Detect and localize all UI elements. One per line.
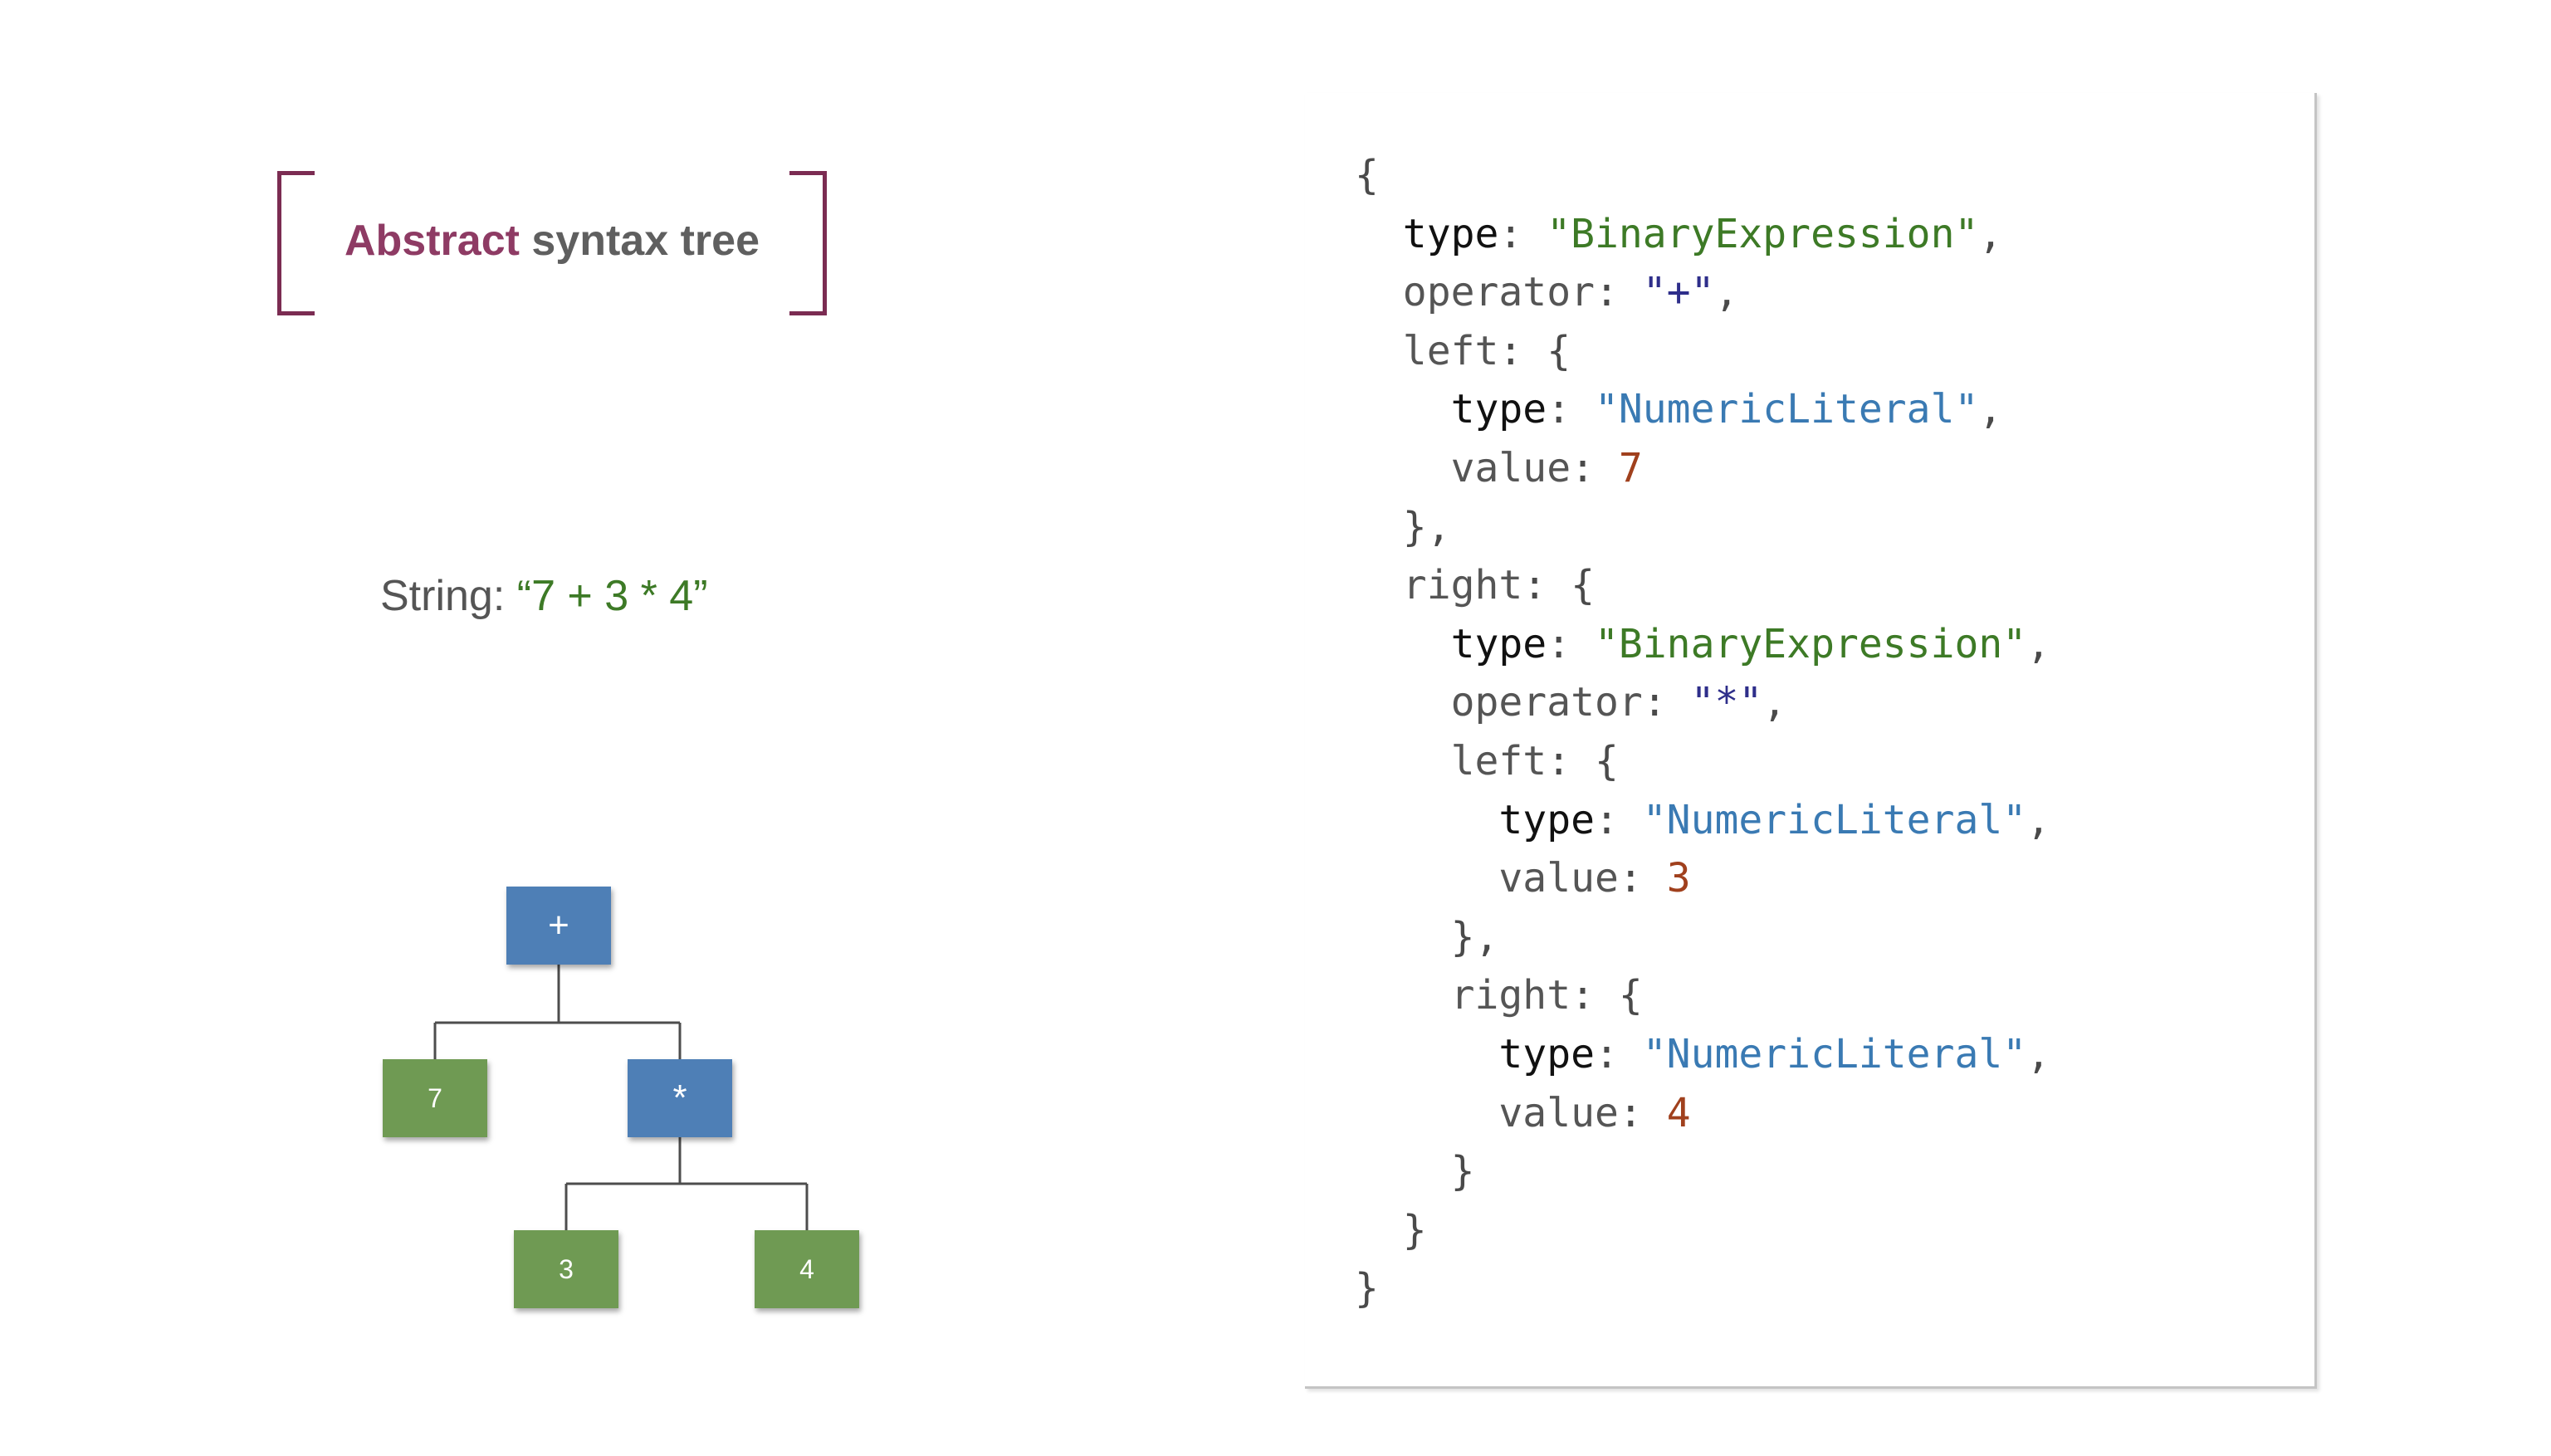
node-label: 4	[799, 1253, 814, 1284]
code-line: },	[1355, 503, 1451, 550]
code-line: left: {	[1402, 327, 1571, 374]
code-line: operator: "*",	[1450, 679, 1787, 726]
tree-node-plus: +	[506, 887, 611, 965]
code-line: },	[1355, 913, 1499, 960]
code-line: operator: "+",	[1402, 269, 1739, 316]
code-line: right: {	[1450, 972, 1643, 1019]
code-line: right: {	[1402, 562, 1595, 609]
code-line: type: "BinaryExpression",	[1450, 620, 2051, 667]
node-label: +	[548, 905, 569, 945]
tree-node-multiply: *	[628, 1059, 732, 1137]
code-line: type: "NumericLiteral",	[1498, 1030, 2051, 1077]
tree-node-3: 3	[514, 1230, 618, 1308]
code-line: value: 3	[1498, 855, 1691, 902]
code-line: type: "BinaryExpression",	[1402, 210, 2003, 257]
code-line: type: "NumericLiteral",	[1450, 386, 2003, 433]
node-label: 3	[559, 1253, 574, 1284]
code-line: value: 7	[1450, 444, 1643, 491]
code-line: value: 4	[1498, 1089, 1691, 1136]
code-line: left: {	[1450, 737, 1619, 784]
code-line: }	[1355, 1148, 1475, 1195]
ast-json-panel: { type: "BinaryExpression", operator: "+…	[1305, 93, 2317, 1389]
code-line: }	[1355, 1265, 1379, 1312]
node-label: 7	[428, 1082, 442, 1113]
tree-node-4: 4	[755, 1230, 859, 1308]
code-line: {	[1355, 152, 1379, 198]
ast-json-code: { type: "BinaryExpression", operator: "+…	[1355, 146, 2050, 1318]
tree-node-7: 7	[383, 1059, 487, 1137]
code-line: }	[1355, 1206, 1427, 1253]
node-label: *	[672, 1077, 687, 1118]
code-line: type: "NumericLiteral",	[1498, 796, 2051, 843]
